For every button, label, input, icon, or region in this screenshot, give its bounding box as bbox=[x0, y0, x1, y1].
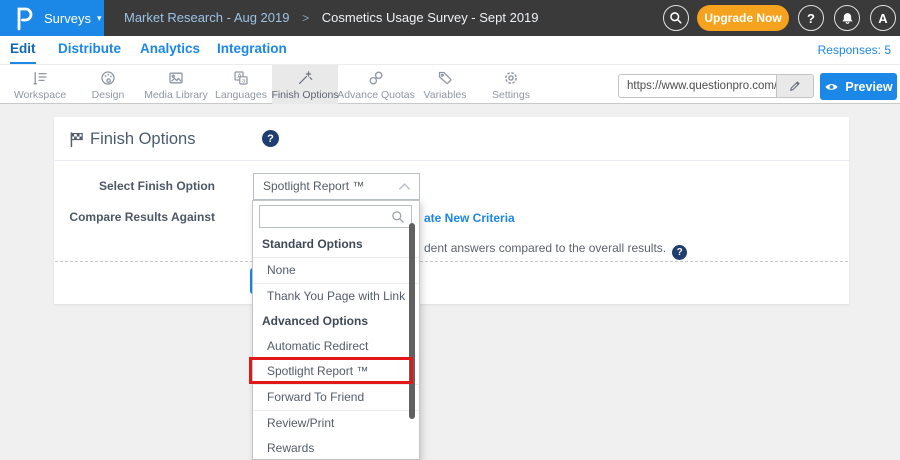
languages-icon: A a bbox=[232, 69, 250, 87]
toolbar-item-variables[interactable]: Variables bbox=[416, 65, 474, 104]
media-library-icon bbox=[167, 69, 185, 87]
toolbar-item-settings[interactable]: Settings bbox=[482, 65, 540, 104]
breadcrumb-survey-folder[interactable]: Market Research - Aug 2019 bbox=[124, 10, 289, 25]
tab-edit[interactable]: Edit bbox=[10, 36, 36, 64]
breadcrumb-separator: > bbox=[302, 11, 309, 25]
dropdown-item-forward-to-friend[interactable]: Forward To Friend bbox=[253, 385, 419, 411]
dropdown-search-input[interactable] bbox=[260, 206, 385, 227]
tab-analytics[interactable]: Analytics bbox=[140, 36, 200, 64]
dropdown-item-none[interactable]: None bbox=[253, 258, 419, 284]
dropdown-group-advanced-options: Advanced Options bbox=[253, 309, 419, 335]
avatar-initial: A bbox=[878, 11, 887, 26]
dropdown-item-rewards[interactable]: Rewards bbox=[253, 436, 419, 460]
finish-option-dropdown-panel: Standard Options None Thank You Page wit… bbox=[252, 200, 420, 460]
toolbar-item-advance-quotas[interactable]: Advance Quotas bbox=[338, 65, 414, 104]
dropdown-item-thank-you-page[interactable]: Thank You Page with Link bbox=[253, 284, 419, 310]
variables-icon bbox=[436, 69, 454, 87]
checkered-flag-icon bbox=[67, 130, 86, 149]
dropdown-item-spotlight-report[interactable]: Spotlight Report ™ bbox=[253, 359, 419, 385]
tab-distribute[interactable]: Distribute bbox=[58, 36, 121, 64]
questionpro-logo-icon bbox=[13, 5, 35, 31]
surveys-menu[interactable]: Surveys ▾ bbox=[0, 0, 104, 36]
finish-options-icon bbox=[296, 69, 314, 87]
spotlight-description-text: dent answers compared to the overall res… bbox=[424, 241, 687, 260]
create-new-criteria-link[interactable]: ate New Criteria bbox=[424, 211, 515, 225]
main-nav-tabs: Edit Distribute Analytics Integration Re… bbox=[0, 36, 900, 64]
select-finish-option-label: Select Finish Option bbox=[40, 179, 215, 193]
preview-label: Preview bbox=[845, 80, 892, 94]
upgrade-now-button[interactable]: Upgrade Now bbox=[697, 5, 789, 31]
survey-url-input[interactable] bbox=[619, 75, 777, 97]
finish-option-select[interactable]: Spotlight Report ™ bbox=[253, 173, 420, 200]
finish-options-help-icon[interactable]: ? bbox=[262, 130, 279, 147]
search-icon bbox=[668, 10, 684, 26]
magnifier-icon bbox=[390, 209, 407, 226]
dropdown-scrollbar-thumb[interactable] bbox=[409, 223, 415, 419]
toolbar-item-languages[interactable]: A a Languages bbox=[210, 65, 272, 104]
caret-down-icon: ▾ bbox=[97, 13, 102, 24]
dropdown-search-box bbox=[259, 205, 412, 228]
bell-icon bbox=[840, 11, 855, 26]
compare-results-against-label: Compare Results Against bbox=[40, 210, 215, 224]
tab-integration[interactable]: Integration bbox=[217, 36, 287, 64]
account-avatar[interactable]: A bbox=[870, 5, 896, 31]
toolbar-item-design[interactable]: Design bbox=[78, 65, 138, 104]
toolbar-item-workspace[interactable]: Workspace bbox=[10, 65, 70, 104]
selected-finish-option: Spotlight Report ™ bbox=[263, 179, 364, 193]
question-mark-icon: ? bbox=[807, 11, 815, 26]
dropdown-group-standard-options: Standard Options bbox=[253, 232, 419, 258]
questionpro-finish-options-screen: Surveys ▾ Market Research - Aug 2019 > C… bbox=[0, 0, 900, 460]
dashed-divider bbox=[55, 261, 848, 262]
toolbar-item-media-library[interactable]: Media Library bbox=[134, 65, 218, 104]
advance-quotas-icon bbox=[367, 69, 385, 87]
responses-count[interactable]: Responses: 5 bbox=[818, 36, 891, 64]
product-menu-label: Surveys bbox=[44, 11, 91, 26]
design-icon bbox=[99, 69, 117, 87]
help-button[interactable]: ? bbox=[798, 5, 824, 31]
eye-icon bbox=[824, 80, 839, 94]
toolbar-item-finish-options[interactable]: Finish Options bbox=[272, 65, 338, 104]
settings-icon bbox=[502, 69, 520, 87]
preview-button[interactable]: Preview bbox=[820, 73, 897, 100]
dropdown-item-automatic-redirect[interactable]: Automatic Redirect bbox=[253, 334, 419, 360]
chevron-up-icon bbox=[397, 180, 412, 193]
search-button[interactable] bbox=[663, 5, 689, 31]
pencil-icon bbox=[788, 79, 802, 93]
breadcrumb: Market Research - Aug 2019 > Cosmetics U… bbox=[124, 0, 539, 36]
page-title: Finish Options bbox=[90, 130, 195, 149]
workspace-icon bbox=[31, 69, 49, 87]
top-bar: Surveys ▾ Market Research - Aug 2019 > C… bbox=[0, 0, 900, 36]
notifications-button[interactable] bbox=[834, 5, 860, 31]
dropdown-item-review-print[interactable]: Review/Print bbox=[253, 411, 419, 437]
edit-url-button[interactable] bbox=[776, 75, 813, 97]
card-header: Finish Options ? bbox=[54, 117, 849, 161]
description-help-icon[interactable]: ? bbox=[672, 245, 687, 260]
breadcrumb-survey-name: Cosmetics Usage Survey - Sept 2019 bbox=[322, 10, 539, 25]
survey-url-box bbox=[618, 74, 814, 98]
